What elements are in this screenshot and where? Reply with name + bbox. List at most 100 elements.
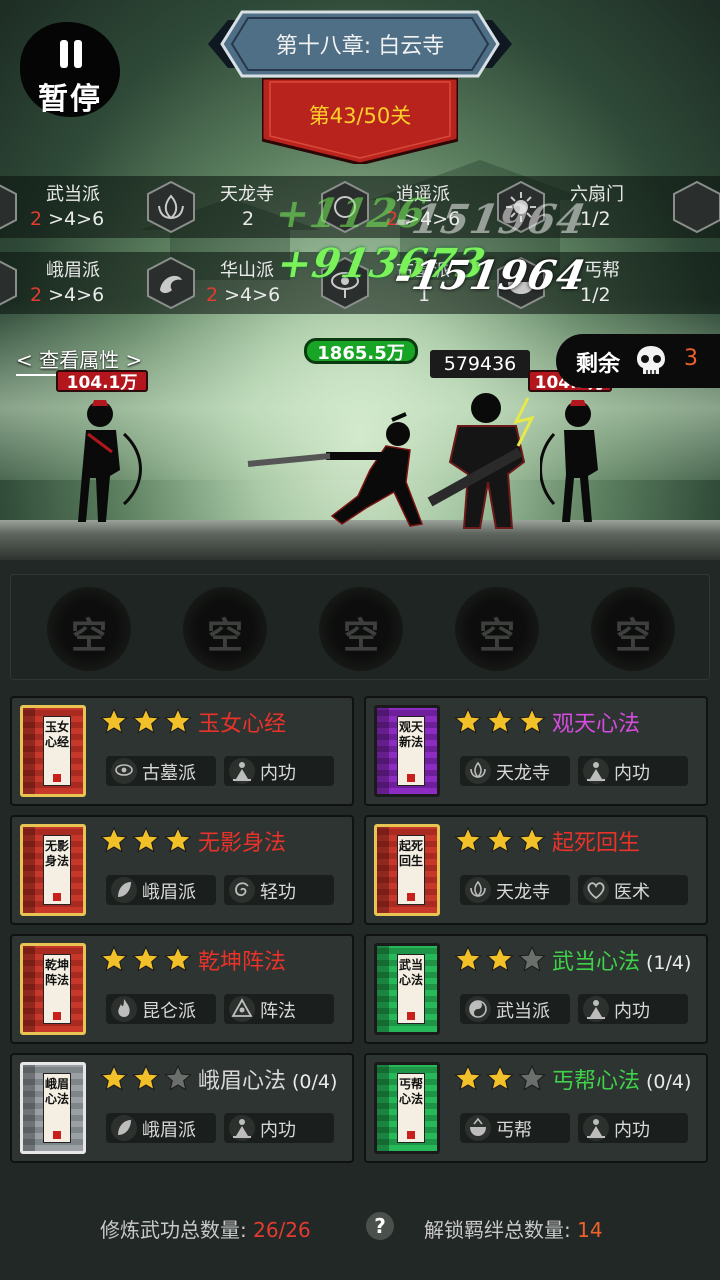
- star-icon: [132, 707, 160, 734]
- star-icon: [518, 826, 546, 853]
- player-swordsman: [247, 412, 424, 527]
- star-rating: [454, 707, 550, 734]
- star-rating: [100, 707, 196, 734]
- star-icon: [518, 1064, 546, 1091]
- skill-tag: 内功: [578, 1113, 688, 1143]
- skill-name: 玉女心经: [198, 712, 287, 737]
- skill-slot-empty[interactable]: 空: [319, 587, 403, 671]
- bond-level: 2 >4>6: [206, 284, 281, 306]
- skill-tag-label: 阵法: [260, 1001, 296, 1022]
- enemy-archer-right: [540, 400, 598, 522]
- enemy-archer-left: [78, 400, 142, 522]
- sect-icon: [0, 260, 17, 306]
- remaining-count: 3: [684, 346, 698, 371]
- bond-name: 峨眉派: [46, 260, 100, 281]
- skill-name: 无影身法: [198, 831, 287, 856]
- meditation-icon: [229, 758, 255, 784]
- footer-summary: 修炼武功总数量: 26/26 ? 解锁羁绊总数量: 14: [0, 1200, 720, 1250]
- bond-name: 天龙寺: [220, 184, 274, 205]
- damage-number: -151964: [390, 252, 590, 299]
- pause-icon: [58, 40, 84, 68]
- skill-tag-label: 天龙寺: [496, 882, 550, 903]
- eye-icon: [111, 758, 137, 784]
- skill-tag: 武当派: [460, 994, 570, 1024]
- star-icon: [132, 945, 160, 972]
- skill-tag-label: 内功: [260, 763, 296, 784]
- skill-card[interactable]: 峨眉心法 峨眉心法 (0/4) 峨眉派 内功: [10, 1053, 354, 1163]
- skill-tag: 内功: [224, 1113, 334, 1143]
- bowl-icon: [465, 1115, 491, 1141]
- skill-card[interactable]: 武当心法 武当心法 (1/4) 武当派 内功: [364, 934, 708, 1044]
- skill-name: 峨眉心法: [198, 1069, 287, 1094]
- skill-tag-label: 峨眉派: [142, 882, 196, 903]
- skill-card[interactable]: 玉女心经 玉女心经 古墓派 内功: [10, 696, 354, 806]
- skill-tag-label: 天龙寺: [496, 763, 550, 784]
- trained-label: 修炼武功总数量:: [100, 1218, 247, 1242]
- star-icon: [486, 1064, 514, 1091]
- star-rating: [100, 1064, 196, 1091]
- skill-tag-label: 轻功: [260, 882, 296, 903]
- skill-progress: (0/4): [292, 1071, 338, 1093]
- skill-tag: 天龙寺: [460, 875, 570, 905]
- lotus-icon: [465, 758, 491, 784]
- skill-title: 丐帮心法 (0/4): [552, 1063, 691, 1095]
- star-icon: [100, 1064, 128, 1091]
- remaining-enemies: 剩余 3: [556, 334, 720, 388]
- skill-title: 武当心法 (1/4): [552, 944, 691, 976]
- skill-book-icon: 乾坤阵法: [20, 943, 86, 1035]
- skill-slot-empty[interactable]: 空: [183, 587, 267, 671]
- skill-card[interactable]: 起死回生 起死回生 天龙寺 医术: [364, 815, 708, 925]
- dragon-icon: [147, 256, 195, 310]
- skill-title: 观天心法: [552, 706, 640, 738]
- meditation-icon: [583, 1115, 609, 1141]
- skill-tag: 峨眉派: [106, 1113, 216, 1143]
- skill-card[interactable]: 乾坤阵法 乾坤阵法昆仑派 阵法: [10, 934, 354, 1044]
- skill-slot-empty[interactable]: 空: [47, 587, 131, 671]
- help-icon[interactable]: ?: [366, 1212, 394, 1240]
- bond-level: 2 >4>6: [30, 208, 105, 230]
- skill-book-icon: 峨眉心法: [20, 1062, 86, 1154]
- enemy-hp-label: 104.1万: [56, 370, 148, 393]
- star-icon: [454, 945, 482, 972]
- star-icon: [164, 945, 192, 972]
- skill-slot-empty[interactable]: 空: [455, 587, 539, 671]
- skill-book-icon: 丐帮心法: [374, 1062, 440, 1154]
- skill-title: 乾坤阵法: [198, 944, 286, 976]
- star-icon: [164, 707, 192, 734]
- trained-total: 修炼武功总数量: 26/26: [100, 1214, 311, 1243]
- skill-tag-label: 内功: [614, 1001, 650, 1022]
- chapter-banner: 第十八章: 白云寺: [208, 8, 512, 80]
- pause-button[interactable]: 暂停: [20, 22, 120, 117]
- skill-tag-label: 古墓派: [142, 763, 196, 784]
- skill-progress: (1/4): [646, 952, 692, 974]
- boss-hp-label: 579436: [430, 350, 530, 378]
- skill-name: 观天心法: [552, 712, 641, 737]
- skill-slot-empty[interactable]: 空: [591, 587, 675, 671]
- skill-tag-label: 峨眉派: [142, 1120, 196, 1141]
- swirl-icon: [229, 877, 255, 903]
- bond-level: 1/2: [580, 284, 611, 306]
- skill-card[interactable]: 无影身法 无影身法 峨眉派 轻功: [10, 815, 354, 925]
- triangle-icon: [229, 996, 255, 1022]
- skill-name: 起死回生: [552, 831, 641, 856]
- skill-card[interactable]: 观天新法 观天心法 天龙寺 内功: [364, 696, 708, 806]
- skill-name: 武当心法: [552, 950, 641, 975]
- skill-tag: 内功: [578, 756, 688, 786]
- lotus-icon: [147, 180, 195, 234]
- skill-tag-label: 医术: [614, 882, 650, 903]
- pause-label: 暂停: [38, 82, 102, 117]
- leaf-icon: [111, 877, 137, 903]
- skill-tag: 轻功: [224, 875, 334, 905]
- skill-tag-label: 内功: [260, 1120, 296, 1141]
- sect-icon: [673, 180, 720, 234]
- skill-tag-label: 昆仑派: [142, 1001, 196, 1022]
- skill-name: 乾坤阵法: [198, 950, 287, 975]
- star-icon: [486, 945, 514, 972]
- skill-name: 丐帮心法: [552, 1069, 641, 1094]
- skill-tag: 内功: [224, 756, 334, 786]
- star-rating: [100, 826, 196, 853]
- chapter-title: 第十八章: 白云寺: [275, 34, 445, 59]
- star-rating: [454, 1064, 550, 1091]
- star-icon: [100, 945, 128, 972]
- skill-card[interactable]: 丐帮心法 丐帮心法 (0/4) 丐帮 内功: [364, 1053, 708, 1163]
